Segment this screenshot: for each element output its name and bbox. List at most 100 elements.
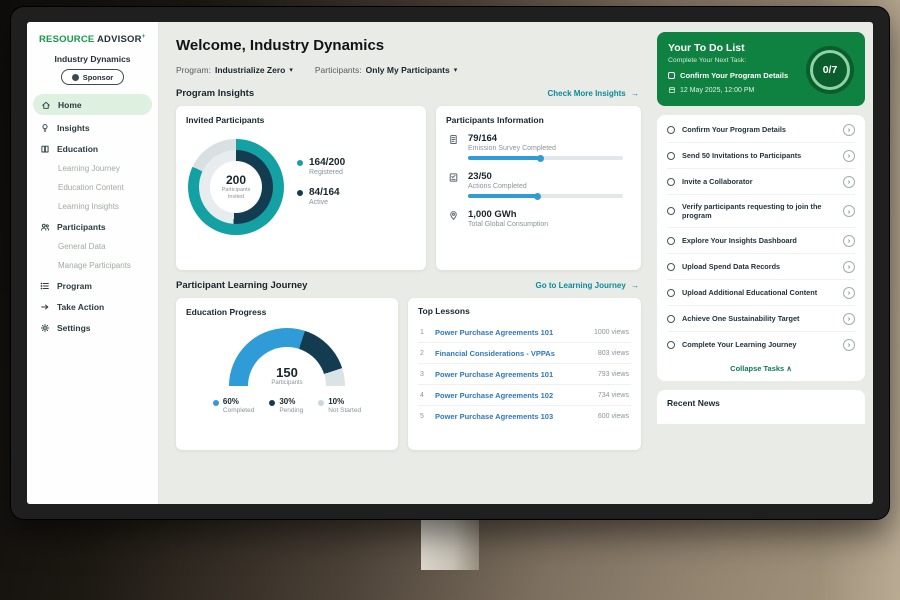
task-open-button[interactable]: › [843, 176, 855, 188]
task-checkbox[interactable] [667, 341, 675, 349]
info-value: 79/164 [468, 133, 629, 144]
home-icon [41, 100, 51, 110]
learning-journey-header: Participant Learning Journey Go to Learn… [176, 280, 639, 291]
legend-value: 10% [328, 397, 361, 406]
task-label: Verify participants requesting to join t… [682, 202, 836, 221]
logo-plus: + [142, 34, 146, 40]
sidebar-item-label: Home [58, 100, 82, 110]
sidebar-item-manage-participants[interactable]: Manage Participants [27, 256, 158, 275]
dashboard-screen: RESOURCE ADVISOR+ Industry Dynamics Spon… [27, 22, 873, 504]
task-row: Invite a Collaborator › [667, 169, 855, 195]
sidebar-item-general-data[interactable]: General Data [27, 237, 158, 256]
next-task-row: Confirm Your Program Details [668, 71, 804, 80]
logo-resource: RESOURCE [39, 34, 94, 45]
lesson-rank: 3 [420, 371, 427, 378]
sidebar-item-education[interactable]: Education [27, 138, 158, 159]
task-open-button[interactable]: › [843, 261, 855, 273]
sidebar-item-education-content[interactable]: Education Content [27, 178, 158, 197]
arrow-action-icon [40, 302, 50, 312]
task-open-button[interactable]: › [843, 235, 855, 247]
next-task-checkbox[interactable] [668, 72, 675, 79]
task-label: Upload Additional Educational Content [682, 288, 836, 297]
lesson-title-link[interactable]: Financial Considerations - VPPAs [435, 349, 590, 358]
task-label: Complete Your Learning Journey [682, 340, 836, 349]
task-row: Explore Your Insights Dashboard › [667, 228, 855, 254]
sponsor-badge[interactable]: Sponsor [61, 69, 124, 85]
lesson-row: 5 Power Purchase Agreements 103 600 view… [418, 406, 631, 426]
info-value: 23/50 [468, 171, 629, 182]
invited-participants-card: Invited Participants 200 Participants In… [176, 106, 426, 270]
lesson-views: 600 views [598, 413, 629, 420]
logo-advisor: ADVISOR [97, 34, 142, 45]
info-row-emission-survey: 79/164 Emission Survey Completed [448, 133, 629, 160]
todo-progress-ring: 0/7 [806, 46, 854, 94]
insights-cards-row: Invited Participants 200 Participants In… [176, 106, 641, 270]
legend-label: Registered [309, 169, 345, 176]
task-checkbox[interactable] [667, 289, 675, 297]
link-label: Go to Learning Journey [536, 281, 626, 290]
lesson-views: 793 views [598, 371, 629, 378]
task-checkbox[interactable] [667, 237, 675, 245]
lesson-rank: 5 [420, 413, 427, 420]
info-value: 1,000 GWh [468, 209, 629, 220]
task-checkbox[interactable] [667, 315, 675, 323]
task-open-button[interactable]: › [843, 313, 855, 325]
task-checkbox[interactable] [667, 263, 675, 271]
program-label: Program: [176, 65, 211, 75]
lesson-title-link[interactable]: Power Purchase Agreements 103 [435, 412, 590, 421]
task-open-button[interactable]: › [843, 339, 855, 351]
monitor-stand [421, 516, 479, 570]
task-checkbox[interactable] [667, 207, 675, 215]
collapse-tasks-link[interactable]: Collapse Tasks ∧ [667, 357, 855, 376]
task-row: Achieve One Sustainability Target › [667, 306, 855, 332]
monitor: RESOURCE ADVISOR+ Industry Dynamics Spon… [10, 6, 890, 520]
lesson-title-link[interactable]: Power Purchase Agreements 101 [435, 328, 586, 337]
legend-dot-navy [297, 190, 303, 196]
go-to-learning-journey-link[interactable]: Go to Learning Journey → [536, 281, 639, 290]
task-checkbox[interactable] [667, 178, 675, 186]
task-row: Upload Spend Data Records › [667, 254, 855, 280]
lesson-title-link[interactable]: Power Purchase Agreements 102 [435, 391, 590, 400]
task-row: Confirm Your Program Details › [667, 117, 855, 143]
sidebar-item-program[interactable]: Program [27, 275, 158, 296]
sidebar-item-learning-insights[interactable]: Learning Insights [27, 197, 158, 216]
gauge-legend: 60% Completed 30% Pending [213, 397, 361, 414]
legend-item-active: 84/164 Active [297, 187, 345, 206]
book-icon [40, 144, 50, 154]
sidebar-item-take-action[interactable]: Take Action [27, 296, 158, 317]
lesson-title-link[interactable]: Power Purchase Agreements 101 [435, 370, 590, 379]
program-insights-header: Program Insights Check More Insights → [176, 88, 639, 99]
lesson-rank: 1 [420, 329, 427, 336]
todo-tasks-card: Confirm Your Program Details › Send 50 I… [657, 115, 865, 381]
program-dropdown[interactable]: Program: Industrialize Zero ▾ [176, 65, 293, 75]
checklist-icon [448, 172, 459, 183]
next-task-label: Confirm Your Program Details [680, 71, 788, 80]
sidebar-item-label: Take Action [57, 302, 104, 312]
legend-value: 84/164 [309, 187, 340, 198]
task-open-button[interactable]: › [843, 287, 855, 299]
education-gauge-chart: 150 Participants [229, 328, 345, 386]
sidebar-item-settings[interactable]: Settings [27, 317, 158, 338]
check-more-insights-link[interactable]: Check More Insights → [548, 89, 639, 98]
sidebar-item-label: Education [57, 144, 98, 154]
sidebar-item-insights[interactable]: Insights [27, 117, 158, 138]
gauge-center-value: 150 [229, 365, 345, 380]
sidebar-item-learning-journey[interactable]: Learning Journey [27, 159, 158, 178]
task-row: Send 50 Invitations to Participants › [667, 143, 855, 169]
chevron-down-icon: ▾ [289, 66, 293, 74]
sidebar-item-label: Insights [57, 123, 90, 133]
task-checkbox[interactable] [667, 152, 675, 160]
sidebar-item-home[interactable]: Home [33, 94, 152, 115]
task-open-button[interactable]: › [843, 205, 855, 217]
sidebar-item-participants[interactable]: Participants [27, 216, 158, 237]
donut-legend: 164/200 Registered 84/164 Active [297, 157, 345, 217]
task-open-button[interactable]: › [843, 124, 855, 136]
task-open-button[interactable]: › [843, 150, 855, 162]
page-title: Welcome, Industry Dynamics [176, 37, 641, 54]
section-title: Participant Learning Journey [176, 280, 307, 291]
donut-center-label: Participants Invited [215, 187, 257, 201]
lesson-views: 803 views [598, 350, 629, 357]
task-checkbox[interactable] [667, 126, 675, 134]
participants-dropdown[interactable]: Participants: Only My Participants ▾ [315, 65, 457, 75]
lightbulb-icon [40, 123, 50, 133]
